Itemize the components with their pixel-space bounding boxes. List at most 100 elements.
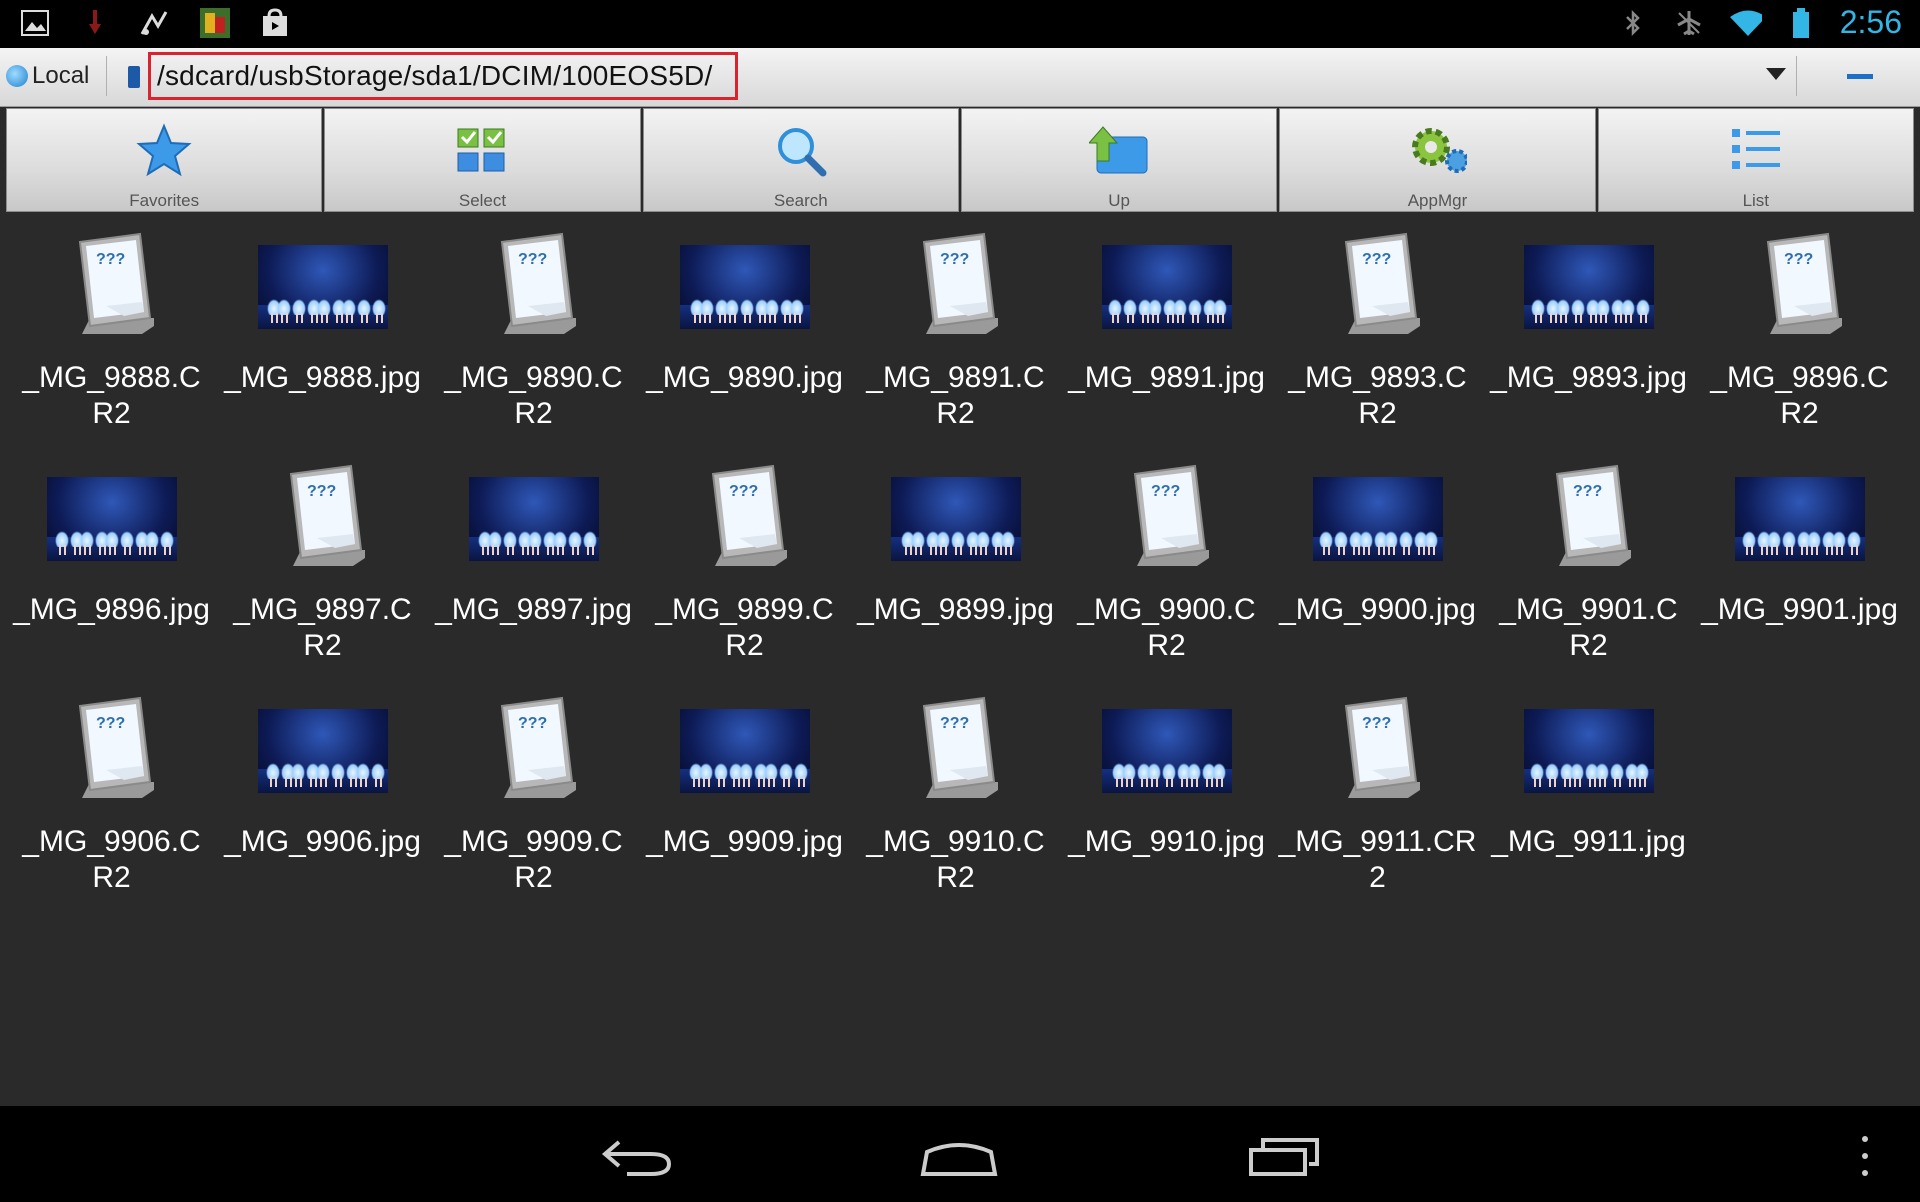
status-bar: 2:56 bbox=[0, 0, 1920, 48]
image-thumbnail bbox=[1694, 454, 1905, 584]
up-button[interactable]: Up bbox=[960, 108, 1278, 212]
file-item[interactable]: _MG_9893.jpg bbox=[1483, 222, 1694, 442]
unknown-file-icon: ??? bbox=[1483, 454, 1694, 584]
path-field[interactable]: /sdcard/usbStorage/sda1/DCIM/100EOS5D/ bbox=[148, 52, 738, 100]
search-label: Search bbox=[773, 191, 828, 210]
file-item[interactable]: ??? _MG_9899.CR2 bbox=[639, 454, 850, 674]
file-name: _MG_9890.jpg bbox=[646, 361, 843, 394]
image-thumbnail bbox=[217, 686, 428, 816]
file-item[interactable]: ??? _MG_9909.CR2 bbox=[428, 686, 639, 906]
svg-text:???: ??? bbox=[96, 715, 125, 732]
image-thumbnail bbox=[428, 454, 639, 584]
file-item[interactable]: ??? _MG_9891.CR2 bbox=[850, 222, 1061, 442]
file-name: _MG_9897.jpg bbox=[435, 593, 632, 626]
file-name: _MG_9893.CR2 bbox=[1288, 361, 1467, 430]
file-item[interactable]: _MG_9911.jpg bbox=[1483, 686, 1694, 906]
image-thumbnail bbox=[6, 454, 217, 584]
file-name: _MG_9911.CR2 bbox=[1278, 825, 1477, 894]
svg-text:???: ??? bbox=[1362, 715, 1391, 732]
file-item[interactable]: ??? _MG_9893.CR2 bbox=[1272, 222, 1483, 442]
file-name: _MG_9893.jpg bbox=[1490, 361, 1687, 394]
file-item[interactable]: ??? _MG_9888.CR2 bbox=[6, 222, 217, 442]
status-clock: 2:56 bbox=[1839, 4, 1902, 40]
recent-apps-icon[interactable] bbox=[1240, 1126, 1330, 1186]
download-icon bbox=[78, 6, 112, 40]
overflow-menu-icon[interactable] bbox=[1860, 1136, 1870, 1176]
path-dropdown-icon[interactable] bbox=[1766, 68, 1786, 80]
file-name: _MG_9910.CR2 bbox=[866, 825, 1045, 894]
unknown-file-icon: ??? bbox=[6, 222, 217, 352]
svg-text:???: ??? bbox=[729, 483, 758, 500]
appmgr-button[interactable]: AppMgr bbox=[1279, 108, 1596, 212]
file-item[interactable]: ??? _MG_9900.CR2 bbox=[1061, 454, 1272, 674]
sdcard-icon bbox=[128, 66, 140, 88]
file-name: _MG_9911.jpg bbox=[1491, 825, 1686, 858]
file-name: _MG_9896.CR2 bbox=[1710, 361, 1889, 430]
list-button[interactable]: List bbox=[1597, 108, 1914, 212]
svg-text:???: ??? bbox=[96, 251, 125, 268]
globe-icon bbox=[6, 65, 28, 87]
file-item[interactable]: _MG_9906.jpg bbox=[217, 686, 428, 906]
shopping-bag-icon bbox=[258, 6, 292, 40]
battery-icon bbox=[1784, 6, 1818, 40]
svg-text:???: ??? bbox=[940, 251, 969, 268]
unknown-file-icon: ??? bbox=[428, 686, 639, 816]
music-share-icon bbox=[138, 6, 172, 40]
image-thumbnail bbox=[1483, 686, 1694, 816]
gear-icon bbox=[1407, 121, 1468, 181]
file-item[interactable]: _MG_9901.jpg bbox=[1694, 454, 1905, 674]
bluetooth-icon bbox=[1616, 6, 1650, 40]
unknown-file-icon: ??? bbox=[850, 686, 1061, 816]
collapse-button[interactable] bbox=[1796, 56, 1920, 96]
file-name: _MG_9888.CR2 bbox=[22, 361, 201, 430]
file-item[interactable]: ??? _MG_9910.CR2 bbox=[850, 686, 1061, 906]
file-item[interactable]: _MG_9891.jpg bbox=[1061, 222, 1272, 442]
image-thumbnail bbox=[1061, 222, 1272, 352]
file-name: _MG_9896.jpg bbox=[13, 593, 210, 626]
home-icon[interactable] bbox=[914, 1126, 1004, 1186]
minus-icon bbox=[1847, 74, 1873, 79]
favorites-button[interactable]: Favorites bbox=[6, 108, 323, 212]
file-name: _MG_9899.CR2 bbox=[655, 593, 834, 662]
file-item[interactable]: _MG_9888.jpg bbox=[217, 222, 428, 442]
svg-text:???: ??? bbox=[1362, 251, 1391, 268]
location-label: Local bbox=[32, 62, 90, 89]
file-item[interactable]: ??? _MG_9901.CR2 bbox=[1483, 454, 1694, 674]
file-name: _MG_9906.jpg bbox=[224, 825, 421, 858]
file-name: _MG_9901.CR2 bbox=[1499, 593, 1678, 662]
path-text: /sdcard/usbStorage/sda1/DCIM/100EOS5D/ bbox=[157, 60, 713, 91]
file-item[interactable]: _MG_9899.jpg bbox=[850, 454, 1061, 674]
file-name: _MG_9890.CR2 bbox=[444, 361, 623, 430]
image-thumbnail bbox=[639, 222, 850, 352]
unknown-file-icon: ??? bbox=[1694, 222, 1905, 352]
file-item[interactable]: _MG_9900.jpg bbox=[1272, 454, 1483, 674]
image-thumbnail bbox=[850, 454, 1061, 584]
toolbar: Favorites Select Search Up AppMgr List bbox=[6, 108, 1914, 214]
file-item[interactable]: _MG_9909.jpg bbox=[639, 686, 850, 906]
favorites-label: Favorites bbox=[129, 191, 200, 210]
gallery-icon bbox=[18, 6, 52, 40]
svg-text:???: ??? bbox=[518, 251, 547, 268]
list-icon bbox=[1726, 121, 1786, 181]
select-label: Select bbox=[458, 191, 507, 210]
file-item[interactable]: ??? _MG_9897.CR2 bbox=[217, 454, 428, 674]
file-name: _MG_9901.jpg bbox=[1701, 593, 1898, 626]
select-checkboxes-icon bbox=[452, 121, 512, 181]
file-item[interactable]: ??? _MG_9911.CR2 bbox=[1272, 686, 1483, 906]
svg-text:???: ??? bbox=[1784, 251, 1813, 268]
back-icon[interactable] bbox=[592, 1126, 682, 1186]
location-selector[interactable]: Local bbox=[6, 56, 107, 96]
file-item[interactable]: ??? _MG_9890.CR2 bbox=[428, 222, 639, 442]
search-button[interactable]: Search bbox=[642, 108, 959, 212]
file-item[interactable]: _MG_9910.jpg bbox=[1061, 686, 1272, 906]
file-item[interactable]: _MG_9890.jpg bbox=[639, 222, 850, 442]
magnifier-icon bbox=[771, 121, 831, 181]
file-item[interactable]: _MG_9897.jpg bbox=[428, 454, 639, 674]
file-name: _MG_9906.CR2 bbox=[22, 825, 201, 894]
file-item[interactable]: ??? _MG_9896.CR2 bbox=[1694, 222, 1905, 442]
file-item[interactable]: ??? _MG_9906.CR2 bbox=[6, 686, 217, 906]
select-button[interactable]: Select bbox=[324, 108, 641, 212]
file-item[interactable]: _MG_9896.jpg bbox=[6, 454, 217, 674]
folder-up-icon bbox=[1089, 121, 1149, 181]
file-name: _MG_9897.CR2 bbox=[233, 593, 412, 662]
